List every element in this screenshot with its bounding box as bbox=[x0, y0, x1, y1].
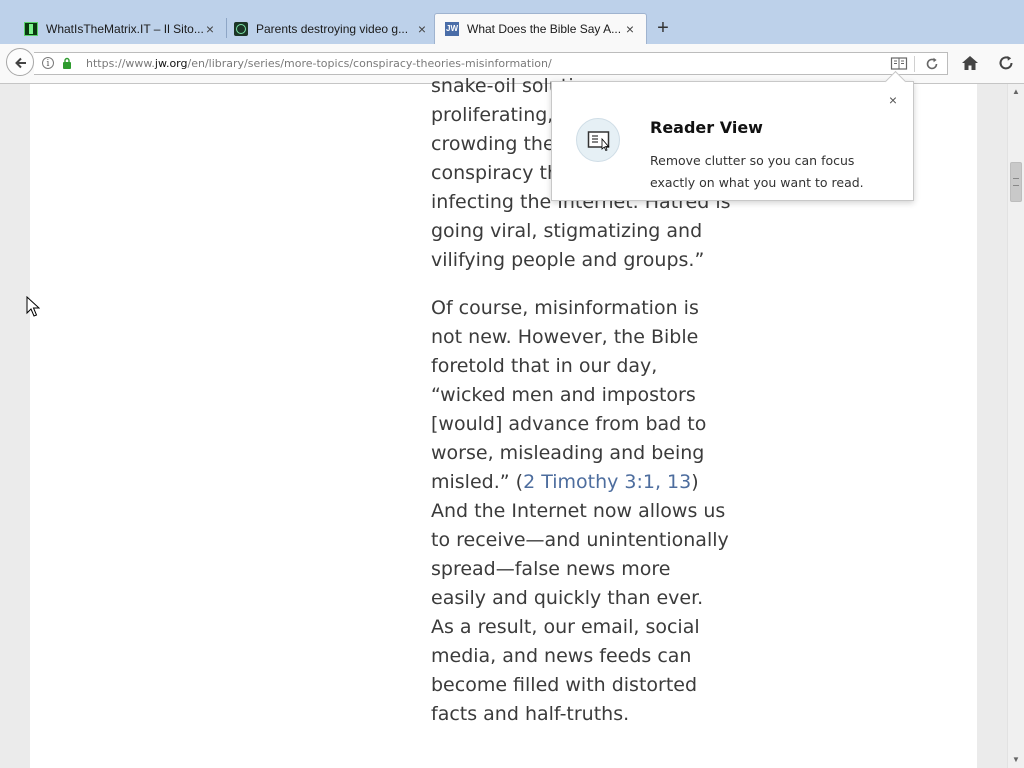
site-favicon-icon bbox=[234, 21, 248, 36]
tab-strip: WhatIsTheMatrix.IT – Il Sito... × Parent… bbox=[0, 0, 1024, 44]
popup-description: Remove clutter so you can focus exactly … bbox=[650, 153, 864, 190]
scroll-up-arrow-icon[interactable]: ▲ bbox=[1008, 84, 1024, 100]
tab-whatisthematrix[interactable]: WhatIsTheMatrix.IT – Il Sito... × bbox=[0, 13, 226, 44]
url-path: /en/library/series/more-topics/conspirac… bbox=[187, 57, 552, 70]
vertical-scrollbar[interactable]: ▲ ▼ bbox=[1007, 84, 1024, 768]
reader-view-popup: × Reader View Remove clutter so you can … bbox=[551, 70, 914, 201]
lock-icon[interactable] bbox=[62, 57, 72, 69]
url-separator bbox=[914, 56, 915, 72]
scripture-link[interactable]: 2 Timothy 3:1, 13 bbox=[523, 471, 691, 493]
popup-title: Reader View bbox=[650, 118, 763, 137]
reload-icon[interactable] bbox=[924, 56, 940, 72]
new-tab-button[interactable]: + bbox=[652, 15, 674, 41]
tab-label: What Does the Bible Say A... bbox=[467, 22, 622, 36]
url-text[interactable]: https://www.jw.org/en/library/series/mor… bbox=[86, 57, 552, 70]
paragraph-text: ) And the Internet now allows us to rece… bbox=[431, 471, 729, 725]
tab-label: Parents destroying video g... bbox=[256, 21, 409, 36]
tab-parents-destroying[interactable]: Parents destroying video g... × bbox=[210, 13, 438, 44]
scroll-down-arrow-icon[interactable]: ▼ bbox=[1008, 752, 1024, 768]
reader-view-badge-icon bbox=[576, 118, 620, 162]
close-tab-icon[interactable]: × bbox=[416, 21, 428, 37]
sync-icon[interactable] bbox=[996, 54, 1016, 72]
paragraph-text: Of course, misinformation is not new. Ho… bbox=[431, 297, 707, 493]
matrix-favicon-icon bbox=[24, 21, 38, 36]
tab-label: WhatIsTheMatrix.IT – Il Sito... bbox=[46, 21, 204, 36]
home-icon[interactable] bbox=[960, 54, 980, 72]
info-icon[interactable]: i bbox=[42, 57, 54, 69]
url-domain: jw.org bbox=[154, 57, 188, 70]
back-arrow-icon bbox=[15, 57, 26, 69]
mouse-cursor-icon bbox=[26, 296, 40, 317]
close-popup-button[interactable]: × bbox=[886, 92, 900, 108]
url-prefix: https://www. bbox=[86, 57, 155, 70]
close-tab-icon[interactable]: × bbox=[624, 21, 636, 37]
article-paragraph: Of course, misinformation is not new. Ho… bbox=[431, 294, 731, 729]
tab-jw-bible[interactable]: JW What Does the Bible Say A... × bbox=[434, 13, 647, 44]
jw-favicon-icon: JW bbox=[445, 22, 459, 36]
reader-view-icon[interactable] bbox=[890, 56, 908, 72]
back-button[interactable] bbox=[6, 48, 34, 76]
scrollbar-thumb[interactable] bbox=[1010, 162, 1022, 202]
